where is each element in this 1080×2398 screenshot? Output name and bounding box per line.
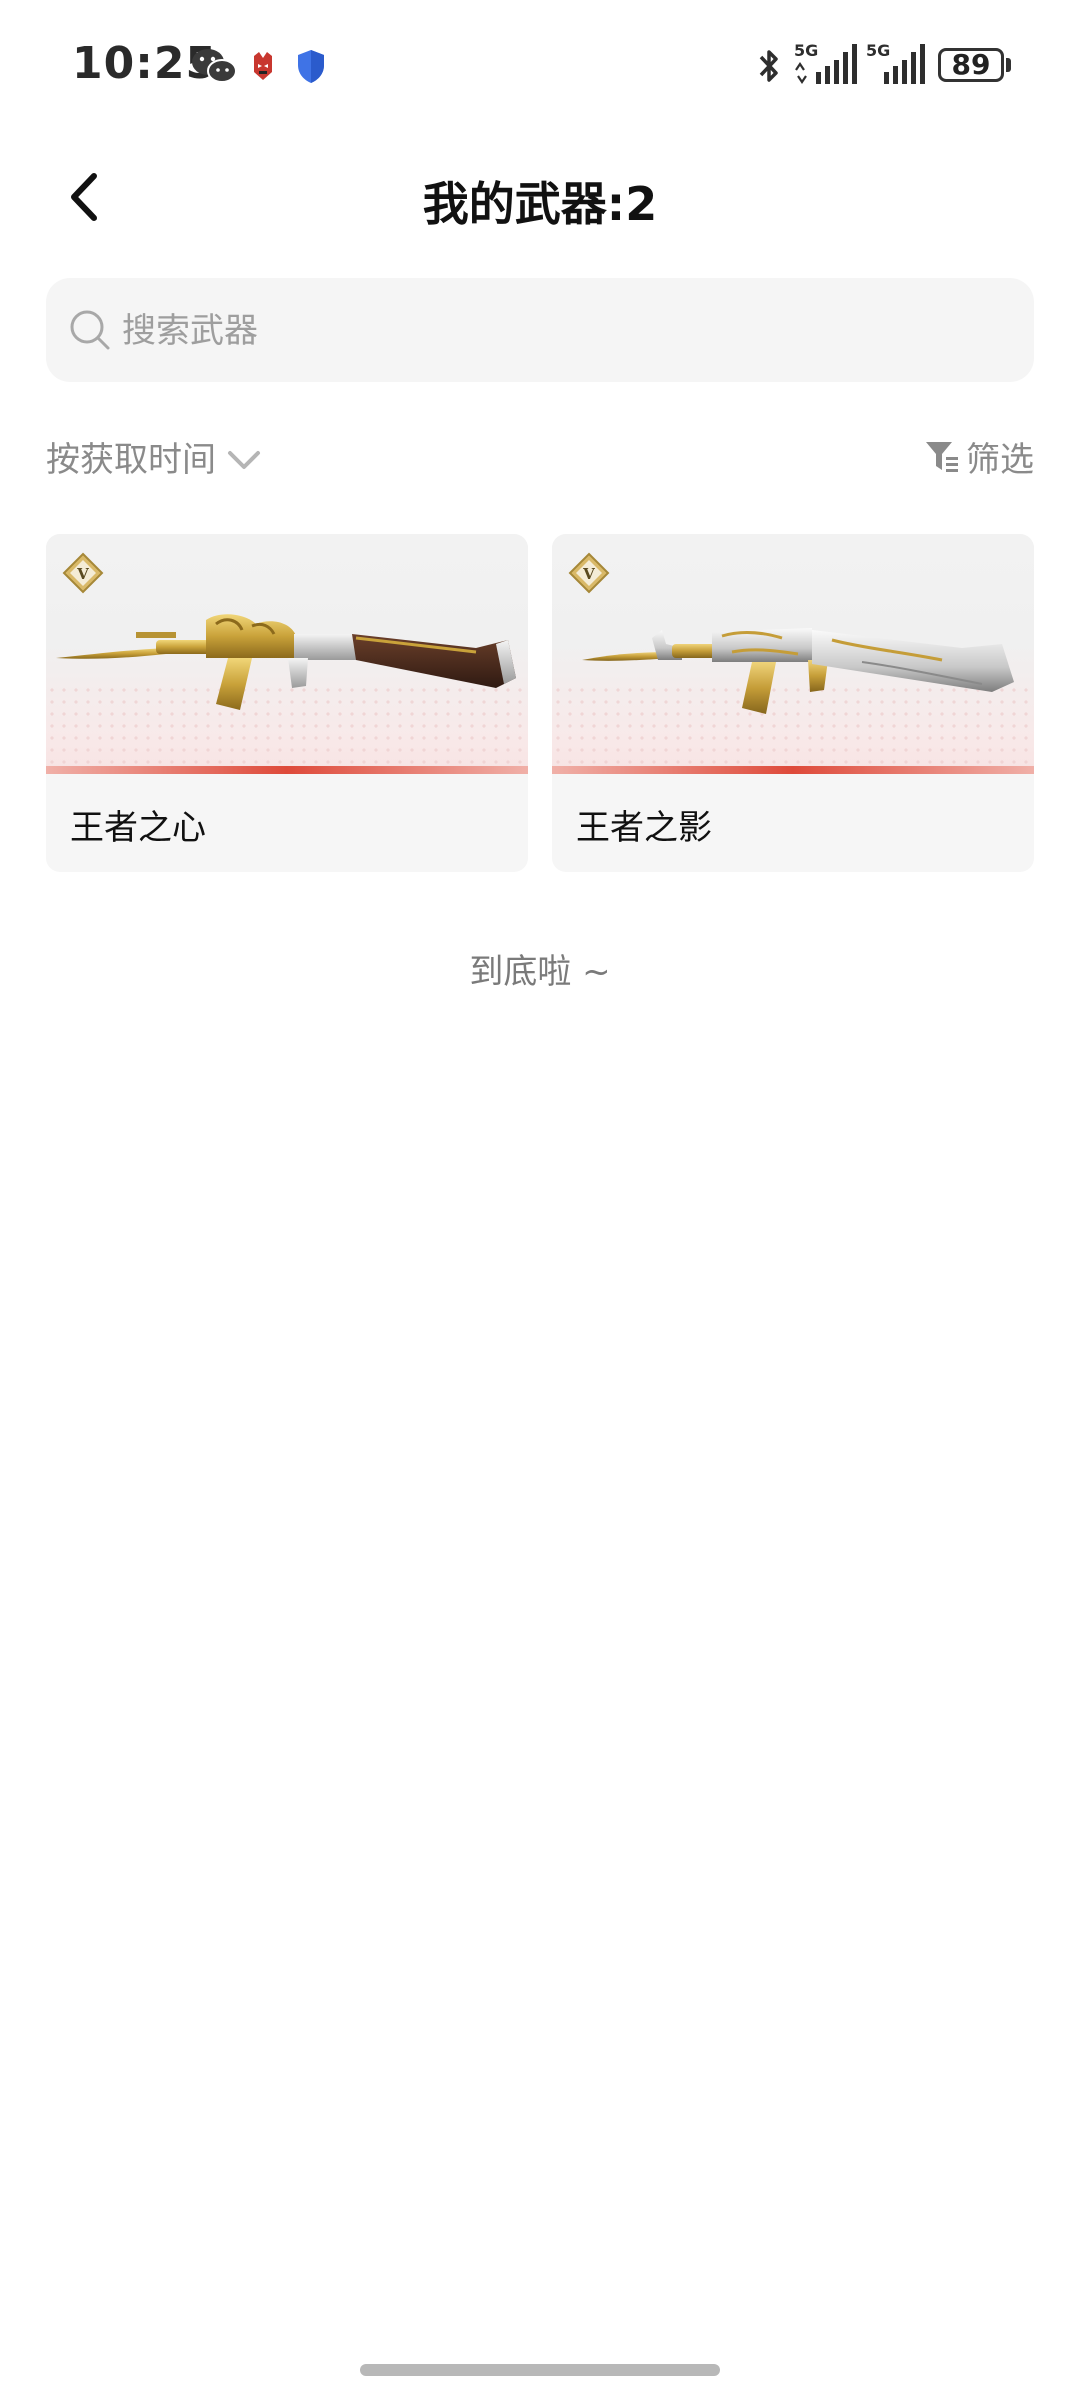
header: 我的武器:2 xyxy=(0,150,1080,250)
battery-tip xyxy=(1006,58,1011,72)
battery-level: 89 xyxy=(951,48,991,81)
svg-text:5G: 5G xyxy=(866,41,890,60)
svg-text:5G: 5G xyxy=(794,41,818,60)
filter-icon xyxy=(926,442,958,472)
search-icon xyxy=(70,310,110,350)
weapon-name: 王者之影 xyxy=(576,808,712,848)
filter-label: 筛选 xyxy=(966,439,1034,480)
filter-button[interactable]: 筛选 xyxy=(924,428,1034,484)
chevron-down-icon xyxy=(228,451,260,469)
my-weapons-screen: 10:25 5G 5G 89 我的武器:2 搜索武器 按获取时间 筛选 V 王者… xyxy=(0,0,1080,2398)
signal-icon: 5G xyxy=(866,41,925,84)
rifle-image xyxy=(56,614,516,710)
shield-icon xyxy=(298,50,324,83)
sort-label: 按获取时间 xyxy=(46,439,216,480)
rarity-stripe xyxy=(552,766,1034,774)
search-box[interactable] xyxy=(46,278,1034,384)
weapon-card[interactable]: V xyxy=(552,534,1034,872)
weapon-name: 王者之心 xyxy=(70,808,206,848)
status-bar: 10:25 5G 5G 89 xyxy=(0,0,1080,130)
list-end-text: 到底啦 ~ xyxy=(469,952,611,992)
wechat-icon xyxy=(192,49,237,83)
weapon-card[interactable]: V xyxy=(46,534,528,872)
page-title: 我的武器:2 xyxy=(422,177,658,231)
app-icon xyxy=(254,52,272,80)
search-input[interactable] xyxy=(120,278,1004,384)
sort-dropdown[interactable]: 按获取时间 xyxy=(46,428,262,484)
home-indicator[interactable] xyxy=(360,2364,720,2376)
bluetooth-icon xyxy=(759,50,778,82)
weapon-art: V xyxy=(46,534,528,774)
rifle-image xyxy=(582,628,1014,714)
signal-icon: 5G xyxy=(794,41,857,84)
weapon-art: V xyxy=(552,534,1034,774)
battery-icon: 89 xyxy=(938,48,1011,82)
rarity-stripe xyxy=(46,766,528,774)
